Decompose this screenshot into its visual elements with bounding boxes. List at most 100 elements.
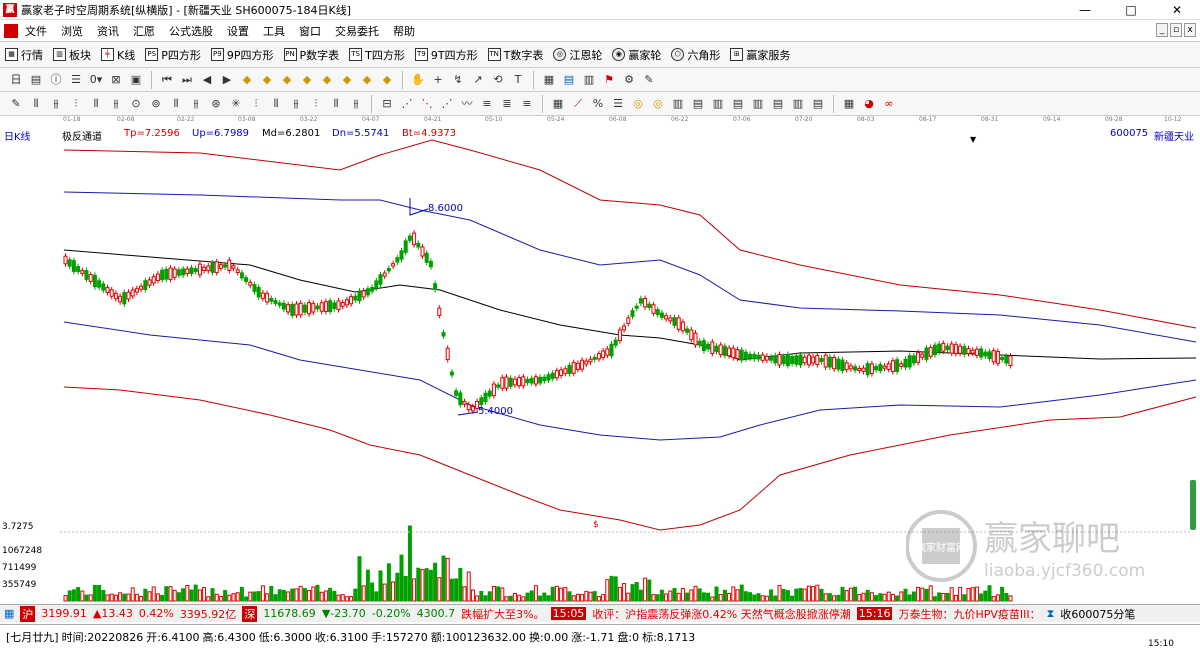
toolbar-9t-square-button[interactable]: T9 9T四方形 xyxy=(414,47,478,63)
menu-formula[interactable]: 公式选股 xyxy=(162,23,220,39)
fan1-icon[interactable]: ⋰ xyxy=(399,96,415,112)
fan2-icon[interactable]: ⋱ xyxy=(419,96,435,112)
trade-detail-button[interactable]: 收600075分笔 xyxy=(1060,606,1135,622)
toolbar-quotes-button[interactable]: ▦ 行情 xyxy=(5,47,43,63)
toolbar-t-square-button[interactable]: TS T四方形 xyxy=(349,47,405,63)
period-dropdown-icon[interactable]: 日▾ xyxy=(8,72,24,102)
sh-index[interactable]: 3199.91 xyxy=(41,607,87,620)
hatch9-icon[interactable]: ⫴ xyxy=(268,96,284,112)
toolbar-service-button[interactable]: ⊞ 赢家服务 xyxy=(730,47,790,63)
hatch5-icon[interactable]: ⫵ xyxy=(108,96,124,112)
circles1-icon[interactable]: ⊙ xyxy=(128,96,144,112)
percent-icon[interactable]: % xyxy=(590,96,606,112)
diamond8-icon[interactable]: ◆ xyxy=(379,72,395,88)
list-icon[interactable]: ▤ xyxy=(28,72,44,88)
hatch7-icon[interactable]: ⫵ xyxy=(188,96,204,112)
lines2-icon[interactable]: ≣ xyxy=(499,96,515,112)
diamond2-icon[interactable]: ◆ xyxy=(259,72,275,88)
gear-icon[interactable]: ⚙ xyxy=(621,72,637,88)
checklist-icon[interactable]: ☰ xyxy=(68,72,84,88)
toolbar-kline-button[interactable]: ╪ K线 xyxy=(101,47,135,63)
news-item-1[interactable]: 收评：沪指震荡反弹涨0.42% 天然气概念股掀涨停潮 xyxy=(592,606,850,622)
chart-scrollbar[interactable] xyxy=(1190,480,1196,530)
diamond3-icon[interactable]: ◆ xyxy=(279,72,295,88)
mdi-minimize-button[interactable]: _ xyxy=(1156,23,1168,37)
calc-icon[interactable]: ▥ xyxy=(581,72,597,88)
minimize-button[interactable]: — xyxy=(1062,0,1108,20)
crosshair-icon[interactable]: + xyxy=(430,72,446,88)
hatch12-icon[interactable]: ⫴ xyxy=(328,96,344,112)
stack-icon[interactable]: ☰ xyxy=(610,96,626,112)
bars1-icon[interactable]: ▥ xyxy=(670,96,686,112)
hatch13-icon[interactable]: ⫵ xyxy=(348,96,364,112)
hatch1-icon[interactable]: ⫴ xyxy=(28,96,44,112)
diamond4-icon[interactable]: ◆ xyxy=(299,72,315,88)
channel-icon[interactable]: ⊟ xyxy=(379,96,395,112)
toolbar-9p-square-button[interactable]: P9 9P四方形 xyxy=(210,47,274,63)
arrow-up-icon[interactable]: ↗ xyxy=(470,72,486,88)
bars5-icon[interactable]: ▥ xyxy=(750,96,766,112)
diamond5-icon[interactable]: ◆ xyxy=(319,72,335,88)
zigzag-icon[interactable]: ↯ xyxy=(450,72,466,88)
menu-settings[interactable]: 设置 xyxy=(220,23,256,39)
hatch8-icon[interactable]: ⫶ xyxy=(248,96,264,112)
bars8-icon[interactable]: ▤ xyxy=(810,96,826,112)
book-icon[interactable]: ▣ xyxy=(128,72,144,88)
calendar-icon[interactable]: ▦ xyxy=(541,72,557,88)
menu-browse[interactable]: 浏览 xyxy=(54,23,90,39)
bars7-icon[interactable]: ▥ xyxy=(790,96,806,112)
menu-huiyuan[interactable]: 汇愿 xyxy=(126,23,162,39)
toolbar-blocks-button[interactable]: ▥ 板块 xyxy=(53,47,91,63)
table-icon[interactable]: ▦ xyxy=(841,96,857,112)
t-icon[interactable]: T xyxy=(510,72,526,88)
sz-index[interactable]: 11678.69 xyxy=(263,607,316,620)
hand-icon[interactable]: ✋ xyxy=(410,72,426,88)
lasso-icon[interactable]: ⟲ xyxy=(490,72,506,88)
diamond6-icon[interactable]: ◆ xyxy=(339,72,355,88)
bars3-icon[interactable]: ▥ xyxy=(710,96,726,112)
toolbar-t-number-button[interactable]: TN T数字表 xyxy=(487,47,543,63)
mdi-close-button[interactable]: x xyxy=(1184,23,1196,37)
news-ticker-1[interactable]: 跌幅扩大至3%。 xyxy=(461,606,544,622)
news-item-2[interactable]: 万泰生物：九价HPV疫苗III： xyxy=(898,606,1040,622)
hatch2-icon[interactable]: ⫵ xyxy=(48,96,64,112)
toolbar-p-number-button[interactable]: PN P数字表 xyxy=(283,47,339,63)
last-icon[interactable]: ⏭ xyxy=(179,72,195,88)
diamond1-icon[interactable]: ◆ xyxy=(239,72,255,88)
first-icon[interactable]: ⏮ xyxy=(159,72,175,88)
hatch4-icon[interactable]: ⫴ xyxy=(88,96,104,112)
prev-icon[interactable]: ◀ xyxy=(199,72,215,88)
flag-icon[interactable]: ⚑ xyxy=(601,72,617,88)
toolbar-p-square-button[interactable]: PS P四方形 xyxy=(145,47,201,63)
lines3-icon[interactable]: ≡ xyxy=(519,96,535,112)
bars4-icon[interactable]: ▤ xyxy=(730,96,746,112)
menu-info[interactable]: 资讯 xyxy=(90,23,126,39)
close-button[interactable]: ✕ xyxy=(1154,0,1200,20)
toolbar-jiangen-wheel-button[interactable]: ◎ 江恩轮 xyxy=(553,47,602,63)
coin1-icon[interactable]: ◎ xyxy=(630,96,646,112)
menu-tools[interactable]: 工具 xyxy=(256,23,292,39)
menu-help[interactable]: 帮助 xyxy=(386,23,422,39)
pie-icon[interactable]: ◕ xyxy=(861,96,877,112)
hatch6-icon[interactable]: ⫴ xyxy=(168,96,184,112)
grid2-icon[interactable]: ▦ xyxy=(550,96,566,112)
hatch3-icon[interactable]: ⫶ xyxy=(68,96,84,112)
menu-trade[interactable]: 交易委托 xyxy=(328,23,386,39)
sheet-icon[interactable]: ▤ xyxy=(561,72,577,88)
hatch10-icon[interactable]: ⫵ xyxy=(288,96,304,112)
circles2-icon[interactable]: ⊚ xyxy=(148,96,164,112)
info-icon[interactable]: ⓘ xyxy=(48,72,64,88)
diamond7-icon[interactable]: ◆ xyxy=(359,72,375,88)
mdi-restore-button[interactable]: ▫ xyxy=(1170,23,1182,37)
maximize-button[interactable]: □ xyxy=(1108,0,1154,20)
wave-icon[interactable]: 〰 xyxy=(459,96,475,112)
hatch11-icon[interactable]: ⫶ xyxy=(308,96,324,112)
menu-file[interactable]: 文件 xyxy=(18,23,54,39)
fan3-icon[interactable]: ⋰ xyxy=(439,96,455,112)
zoom-box-icon[interactable]: ⊠ xyxy=(108,72,124,88)
pencil-icon[interactable]: ✎ xyxy=(8,96,24,112)
menu-window[interactable]: 窗口 xyxy=(292,23,328,39)
bars2-icon[interactable]: ▤ xyxy=(690,96,706,112)
lines1-icon[interactable]: ≡ xyxy=(479,96,495,112)
circles3-icon[interactable]: ⊛ xyxy=(208,96,224,112)
